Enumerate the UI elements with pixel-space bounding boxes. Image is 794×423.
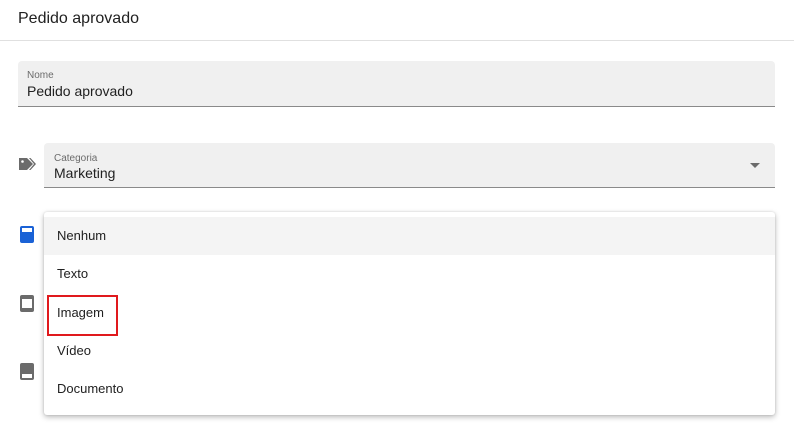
menu-item-texto[interactable]: Texto — [44, 255, 775, 293]
category-field-value[interactable]: Marketing — [54, 165, 115, 181]
page-header: Pedido aprovado — [0, 0, 794, 41]
dropdown-arrow-icon[interactable] — [750, 163, 760, 168]
document-format-icon — [20, 363, 34, 385]
menu-item-video[interactable]: Vídeo — [44, 332, 775, 370]
image-format-icon — [20, 295, 34, 317]
name-field-label: Nome — [27, 70, 54, 81]
menu-item-nenhum[interactable]: Nenhum — [44, 217, 775, 255]
category-dropdown-menu: Nenhum Texto Imagem Vídeo Documento — [44, 212, 775, 415]
name-field[interactable]: Nome Pedido aprovado — [18, 61, 775, 107]
tag-icon — [18, 156, 36, 179]
menu-item-documento[interactable]: Documento — [44, 370, 775, 408]
category-select[interactable]: Categoria Marketing — [44, 143, 775, 188]
name-field-value[interactable]: Pedido aprovado — [27, 83, 133, 99]
category-field-label: Categoria — [54, 153, 98, 164]
header-format-icon — [20, 226, 34, 248]
menu-item-imagem[interactable]: Imagem — [44, 294, 775, 332]
page-title: Pedido aprovado — [18, 10, 139, 27]
